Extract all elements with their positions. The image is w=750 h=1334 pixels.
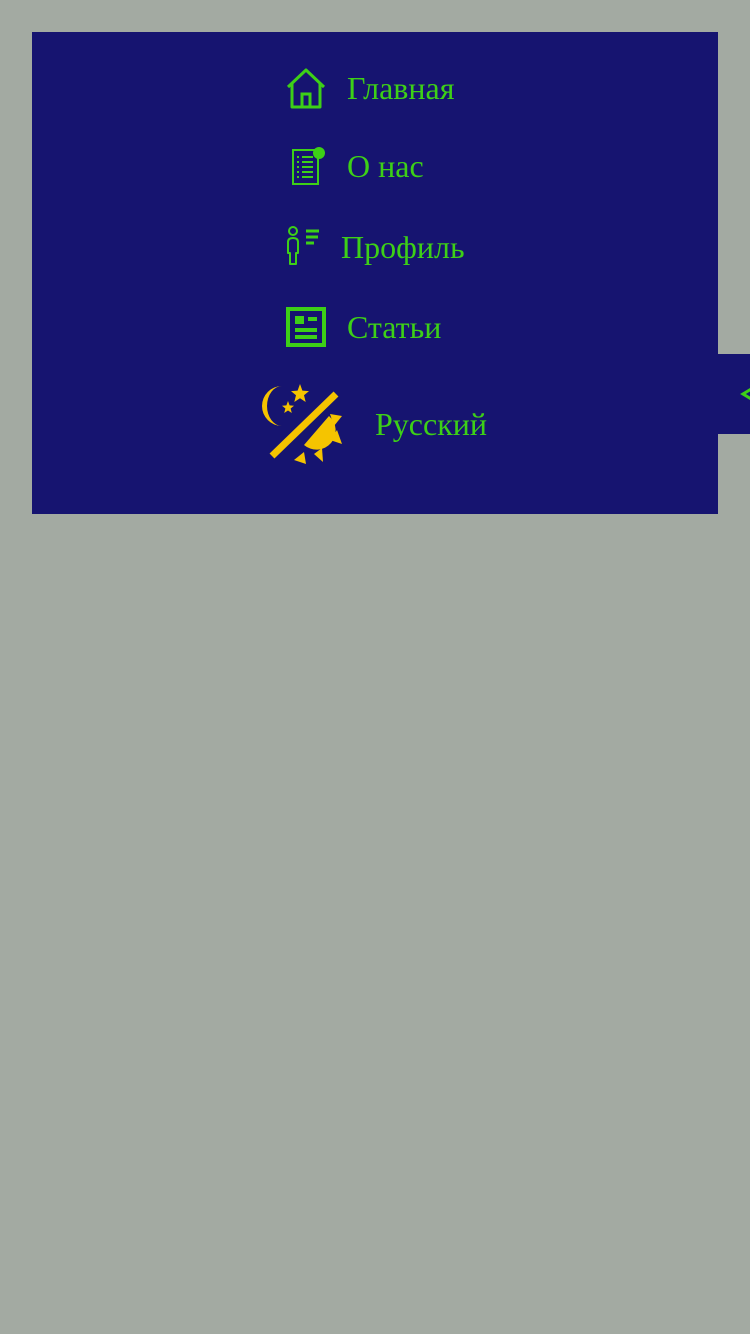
navigation-panel: Главная О нас Профиль Статьи Русский xyxy=(32,32,718,514)
side-panel-toggle[interactable] xyxy=(718,354,750,434)
person-list-icon xyxy=(285,226,323,268)
nav-item-articles[interactable]: Статьи xyxy=(285,306,441,348)
document-icon xyxy=(285,146,327,186)
chevron-left-icon xyxy=(740,388,750,400)
nav-item-profile-label: Профиль xyxy=(341,229,465,265)
nav-item-home-label: Главная xyxy=(347,70,455,106)
home-icon xyxy=(285,66,327,110)
nav-item-articles-label: Статьи xyxy=(347,309,442,345)
day-night-icon[interactable] xyxy=(262,382,346,466)
nav-item-about[interactable]: О нас xyxy=(285,146,424,186)
nav-item-home[interactable]: Главная xyxy=(285,66,454,110)
nav-item-about-label: О нас xyxy=(347,148,424,184)
newspaper-icon xyxy=(285,306,327,348)
language-selector[interactable]: Русский xyxy=(375,406,487,443)
nav-item-profile[interactable]: Профиль xyxy=(285,226,465,268)
language-theme-row: Русский xyxy=(262,382,487,466)
